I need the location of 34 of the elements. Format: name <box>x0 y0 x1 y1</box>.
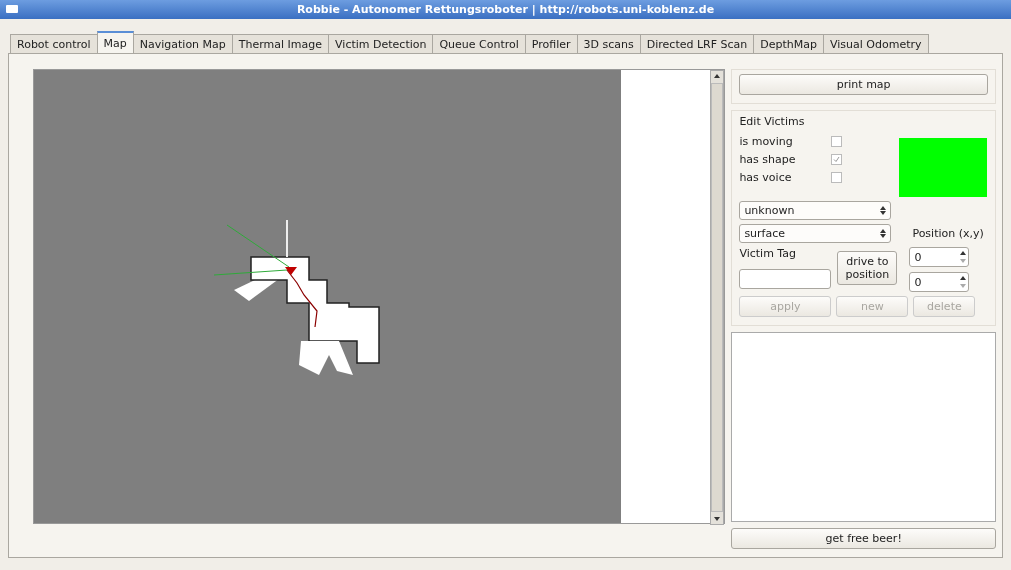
scrollbar[interactable] <box>710 70 725 525</box>
checkbox[interactable] <box>831 172 843 183</box>
tab[interactable]: Profiler <box>524 34 578 53</box>
tab[interactable]: DepthMap <box>753 34 825 53</box>
drive-to-position-button[interactable]: drive to position <box>837 251 898 285</box>
victim-tag-field[interactable] <box>739 269 832 289</box>
tab[interactable]: Thermal Image <box>231 34 330 53</box>
position-x-field[interactable]: 0 <box>909 247 970 267</box>
checkbox[interactable] <box>831 136 843 147</box>
tab[interactable]: 3D scans <box>576 34 641 53</box>
position-y-field[interactable]: 0 <box>909 272 970 292</box>
tab[interactable]: Robot control <box>10 34 98 53</box>
window-title: Robbie - Autonomer Rettungsroboter | http://robots.uni-koblenz.de <box>0 0 1011 19</box>
checkbox-label: is moving <box>739 135 794 148</box>
checkbox-label: has voice <box>739 171 793 184</box>
tab[interactable]: Victim Detection <box>328 34 434 53</box>
updown-icon <box>880 229 887 238</box>
position-label: Position (x,y) <box>912 227 984 240</box>
tab[interactable]: Queue Control <box>432 34 526 53</box>
tab[interactable]: Visual Odometry <box>823 34 929 53</box>
print-map-button[interactable]: print map <box>739 74 988 95</box>
checkbox-label: has shape <box>739 153 797 166</box>
check-icon <box>833 156 841 163</box>
checkbox[interactable] <box>831 154 843 165</box>
location-dropdown[interactable]: surface <box>739 224 892 243</box>
state-dropdown[interactable]: unknown <box>739 201 892 220</box>
group-title: Edit Victims <box>739 115 806 128</box>
free-beer-button[interactable]: get free beer! <box>731 528 996 549</box>
tab[interactable]: Navigation Map <box>132 34 233 53</box>
tab[interactable]: Map <box>96 31 134 53</box>
window-menu-icon[interactable] <box>6 5 18 13</box>
updown-icon <box>880 206 887 215</box>
victim-tag-label: Victim Tag <box>739 247 797 260</box>
tab[interactable]: Directed LRF Scan <box>639 34 755 53</box>
